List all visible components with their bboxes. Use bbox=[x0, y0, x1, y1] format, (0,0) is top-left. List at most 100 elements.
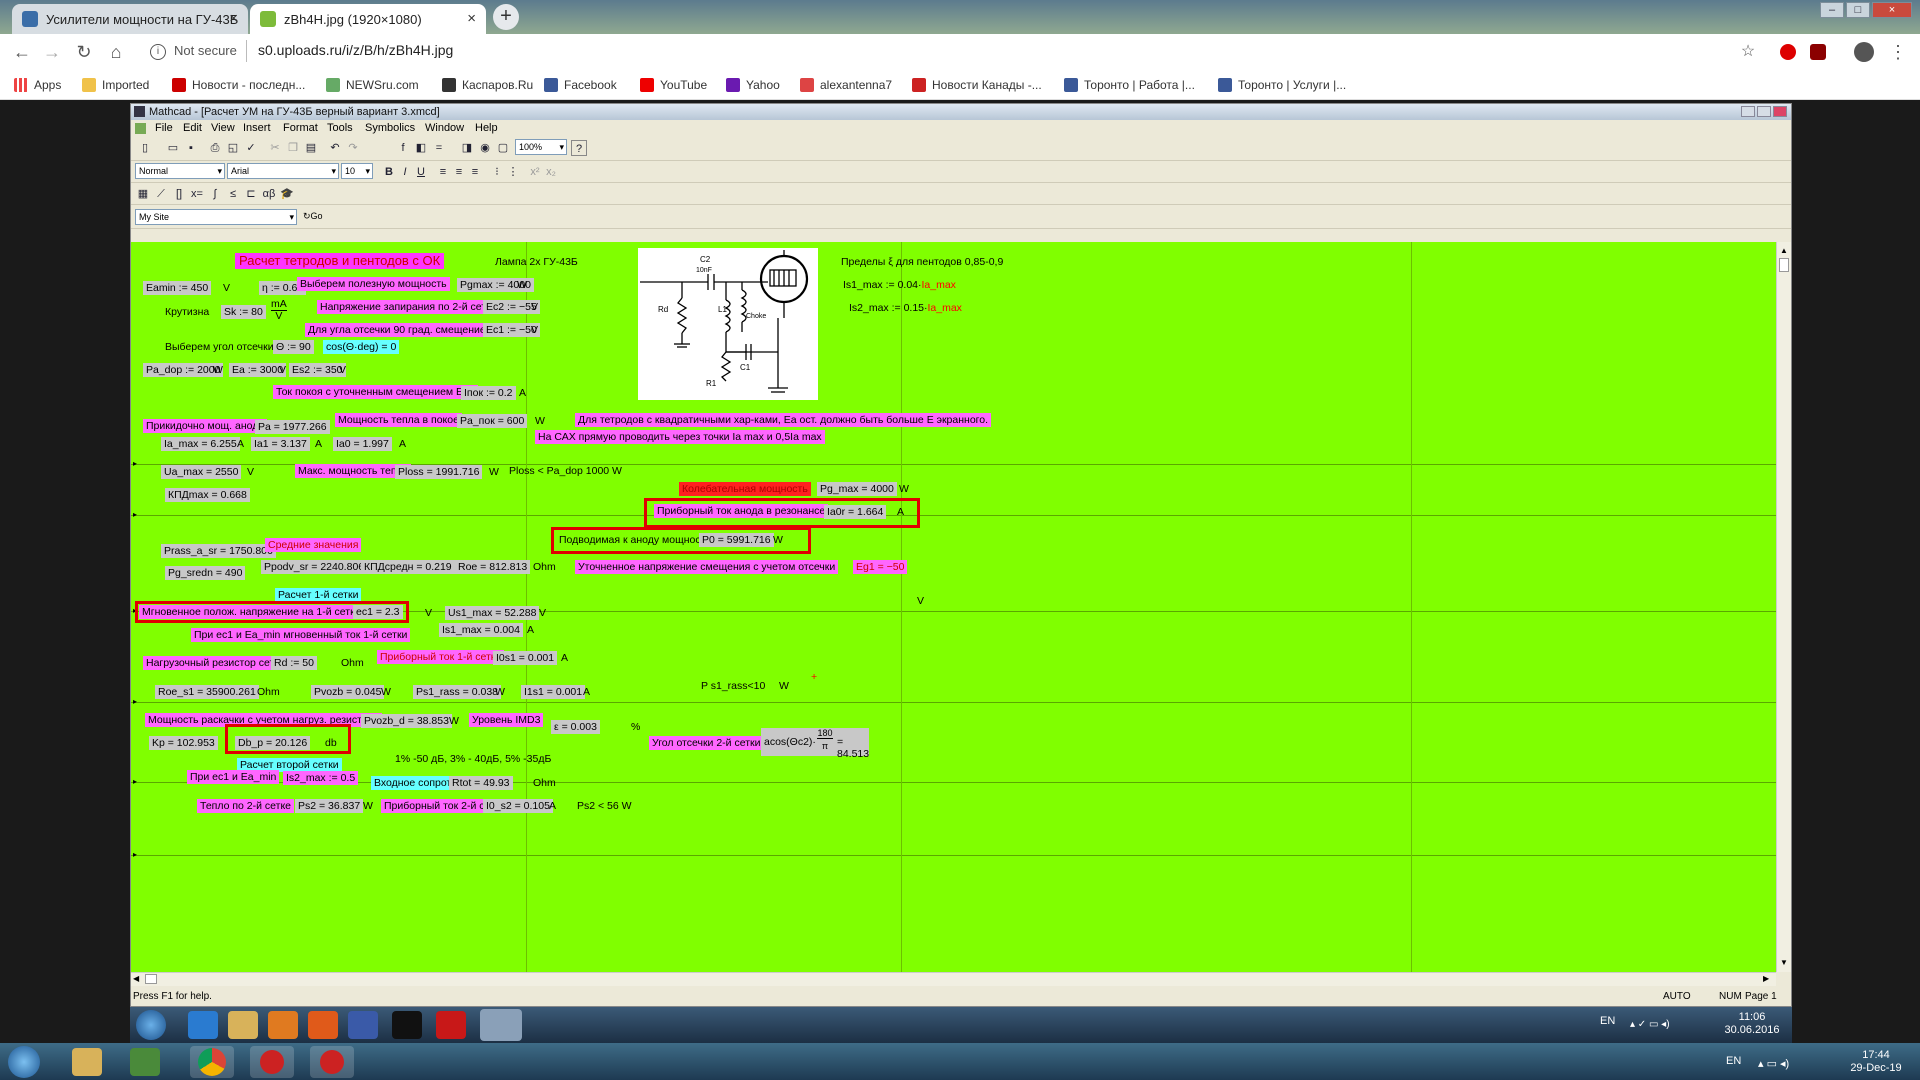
url-input[interactable]: s0.uploads.ru/i/z/B/h/zBh4H.jpg bbox=[258, 42, 453, 58]
papok-result[interactable]: Pa_пок = 600 bbox=[457, 414, 528, 428]
eps-result[interactable]: ε = 0.003 bbox=[551, 720, 600, 734]
inner-lang[interactable]: EN bbox=[1600, 1015, 1615, 1028]
prass-result[interactable]: Prass_a_sr = 1750.806 bbox=[161, 544, 276, 558]
roes1-result[interactable]: Roe_s1 = 35900.261 bbox=[155, 685, 259, 699]
i0s1-result[interactable]: I0s1 = 0.001 bbox=[493, 651, 558, 665]
bias-note[interactable]: Уточненное напряжение смещения с учетом … bbox=[575, 560, 839, 574]
numbering-icon[interactable]: ⋮ bbox=[505, 164, 521, 180]
bookmark-canada-news[interactable]: Новости Канады -... bbox=[912, 78, 1042, 92]
bold-button[interactable]: B bbox=[381, 164, 397, 180]
scroll-left-icon[interactable]: ◀ bbox=[133, 974, 139, 983]
acrobat-icon[interactable] bbox=[436, 1011, 466, 1039]
ipok-def[interactable]: Iпок := 0.2 bbox=[461, 386, 516, 400]
font-select[interactable]: Arial bbox=[227, 163, 339, 179]
tab-image[interactable]: zBh4H.jpg (1920×1080) × bbox=[250, 4, 486, 34]
avg-label[interactable]: Средние значения bbox=[265, 538, 362, 552]
supplied-power-label[interactable]: Подводимая к аноду мощность bbox=[559, 533, 711, 547]
sk-def[interactable]: Sk := 80 bbox=[221, 305, 266, 319]
explorer-icon[interactable] bbox=[72, 1048, 102, 1076]
scroll-right-icon[interactable]: ▶ bbox=[1763, 974, 1769, 983]
avatar[interactable] bbox=[1854, 42, 1874, 62]
programming-icon[interactable]: ⊏ bbox=[243, 186, 259, 202]
worksheet[interactable]: ▸ ▸ ▸ ▸ ▸ ▸ Расчет тетродов и пентодов с… bbox=[131, 242, 1776, 972]
ps1rass-result[interactable]: Ps1_rass = 0.038 bbox=[413, 685, 502, 699]
style-select[interactable]: Normal bbox=[135, 163, 225, 179]
pgmax-result[interactable]: Pg_max = 4000 bbox=[817, 482, 897, 496]
rest-current-label[interactable]: Ток покоя с уточненным смещением Eg1 bbox=[273, 385, 478, 399]
info-icon[interactable]: i bbox=[150, 44, 166, 60]
reload-icon[interactable]: ↻ bbox=[74, 42, 94, 62]
close-icon[interactable]: × bbox=[229, 10, 238, 27]
bookmark-news[interactable]: Новости - последн... bbox=[172, 78, 305, 92]
max-heat-label[interactable]: Макс. мощность тепла bbox=[295, 464, 412, 478]
app-task-button[interactable] bbox=[310, 1046, 354, 1078]
zoom-select[interactable]: 100% bbox=[515, 139, 567, 155]
choose-angle-label[interactable]: Выберем угол отсечки bbox=[165, 340, 274, 354]
padop-def[interactable]: Pa_dop := 2000 bbox=[143, 363, 224, 377]
media-player-icon[interactable] bbox=[268, 1011, 298, 1039]
tray-icons[interactable]: ▴ ✓ ▭ ◂) bbox=[1630, 1019, 1690, 1031]
app-icon[interactable] bbox=[130, 1048, 160, 1076]
pvozbd-result[interactable]: Pvozb_d = 38.853 bbox=[361, 714, 452, 728]
go-button[interactable]: ↻Go bbox=[303, 211, 323, 222]
bookmark-facebook[interactable]: Facebook bbox=[544, 78, 617, 92]
outer-lang[interactable]: EN bbox=[1726, 1055, 1741, 1068]
res-current-label[interactable]: Приборный ток анода в резонансе bbox=[654, 504, 829, 518]
menu-view[interactable]: View bbox=[211, 120, 235, 137]
horizontal-scrollbar[interactable]: ◀ ▶ bbox=[131, 972, 1776, 986]
sheet-title[interactable]: Расчет тетродов и пентодов с ОК bbox=[235, 253, 445, 269]
inst-current-label[interactable]: При ec1 и Ea_min мгновенный ток 1-й сетк… bbox=[191, 628, 411, 642]
roe-result[interactable]: Roe = 812.813 bbox=[455, 560, 531, 574]
is1max-expr[interactable]: Is1_max := 0.04·Ia_max bbox=[843, 278, 956, 292]
cos-result[interactable]: cos(Θ·deg) = 0 bbox=[323, 340, 400, 354]
forward-icon[interactable]: → bbox=[42, 42, 62, 62]
is2max-def[interactable]: Is2_max := 0.5 bbox=[283, 771, 359, 785]
eamin-def[interactable]: Eamin := 450 bbox=[143, 281, 212, 295]
ps2-result[interactable]: Ps2 = 36.837 bbox=[295, 799, 364, 813]
underline-button[interactable]: U bbox=[413, 164, 429, 180]
area-collapse-icon[interactable]: ▸ bbox=[133, 851, 143, 859]
osc-power-label[interactable]: Колебательная мощность bbox=[679, 482, 811, 496]
ps2-comparison[interactable]: Ps2 < 56 W bbox=[577, 799, 632, 813]
ps1-note[interactable]: P s1_rass<10 bbox=[701, 679, 765, 693]
imd-label[interactable]: Уровень IMD3 bbox=[469, 713, 544, 727]
menu-file[interactable]: File bbox=[155, 120, 173, 137]
window-icon[interactable]: ▢ bbox=[495, 140, 511, 156]
heat2-label[interactable]: Тепло по 2-й сетке bbox=[197, 799, 295, 813]
menu-edit[interactable]: Edit bbox=[183, 120, 202, 137]
theta-def[interactable]: Θ := 90 bbox=[273, 340, 314, 354]
superscript-icon[interactable]: x² bbox=[527, 164, 543, 180]
site-select[interactable]: My Site bbox=[135, 209, 297, 225]
matrix-icon[interactable]: [] bbox=[171, 186, 187, 202]
close-icon[interactable]: × bbox=[467, 10, 476, 27]
uamax-result[interactable]: Ua_max = 2550 bbox=[161, 465, 242, 479]
bookmark-youtube[interactable]: YouTube bbox=[640, 78, 707, 92]
undo-icon[interactable]: ↶ bbox=[327, 140, 343, 156]
inner-clock[interactable]: 11:06 30.06.2016 bbox=[1722, 1011, 1782, 1037]
vertical-scrollbar[interactable]: ▲ ▼ bbox=[1776, 242, 1791, 972]
new-tab-button[interactable]: + bbox=[493, 4, 519, 30]
bookmark-imported[interactable]: Imported bbox=[82, 78, 149, 92]
anode-power-label[interactable]: Прикидочно мощ. анода bbox=[143, 419, 268, 433]
area-collapse-icon[interactable]: ▸ bbox=[133, 698, 143, 706]
bookmark-toronto-services[interactable]: Торонто | Услуги |... bbox=[1218, 78, 1346, 92]
new-icon[interactable]: ▯ bbox=[137, 140, 153, 156]
start-orb-icon[interactable] bbox=[8, 1046, 40, 1078]
redo-icon[interactable]: ↷ bbox=[345, 140, 361, 156]
calculus-icon[interactable]: ∫ bbox=[207, 186, 223, 202]
rtot-result[interactable]: Rtot = 49.93 bbox=[449, 776, 513, 790]
menu-symbolics[interactable]: Symbolics bbox=[365, 120, 415, 137]
copy-icon[interactable]: ❐ bbox=[285, 140, 301, 156]
start-orb-icon[interactable] bbox=[136, 1010, 166, 1040]
lamp-label[interactable]: Лампа 2х ГУ-43Б bbox=[495, 255, 578, 269]
cax-note[interactable]: На САХ прямую проводить через точки Ia m… bbox=[535, 430, 825, 444]
firefox-icon[interactable] bbox=[308, 1011, 338, 1039]
home-icon[interactable]: ⌂ bbox=[106, 42, 126, 62]
opera-ext-icon[interactable] bbox=[1780, 44, 1796, 60]
maximize-icon[interactable]: □ bbox=[1846, 2, 1870, 18]
minimize-icon[interactable] bbox=[1741, 106, 1755, 117]
at-ec1-label[interactable]: При ec1 и Ea_min bbox=[187, 770, 280, 784]
iamax-result[interactable]: Ia_max = 6.255 bbox=[161, 437, 240, 451]
choose-power-label[interactable]: Выберем полезную мощность bbox=[297, 277, 450, 291]
tetrode-note[interactable]: Для тетродов с квадратичными хар-ками, E… bbox=[575, 413, 992, 427]
